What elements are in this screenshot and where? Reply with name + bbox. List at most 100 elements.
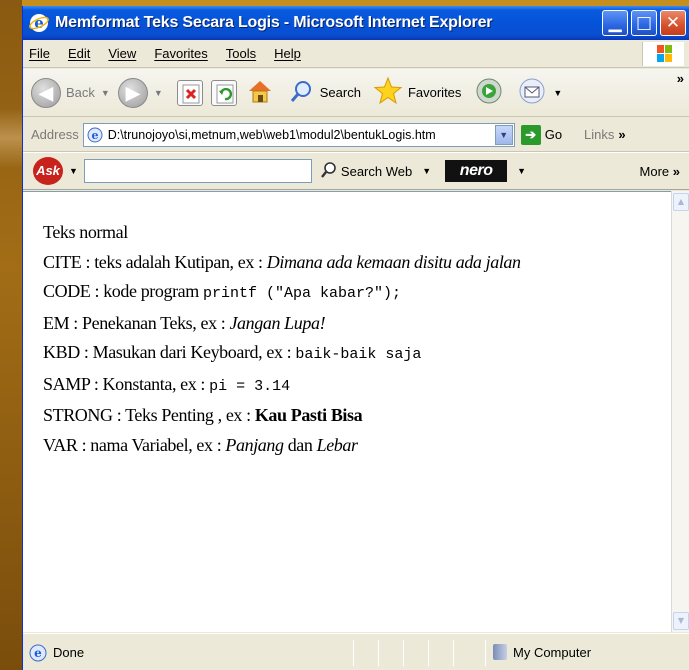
forward-arrow-icon: ▶ [117,77,148,108]
status-text: Done [53,644,85,660]
ask-dropdown-icon[interactable]: ▼ [69,166,78,176]
favorites-label: Favorites [407,85,462,100]
media-icon [475,77,503,108]
kbd-desc: KBD : Masukan dari Keyboard, ex : [43,342,296,362]
ask-search-input[interactable] [83,159,312,183]
em-desc: EM : Penekanan Teks, ex : [43,312,230,333]
minimize-icon: ▁ [608,13,622,33]
zone-label: My Computer [513,644,592,660]
document-body: Teks normal CITE : teks adalah Kutipan, … [43,218,521,460]
page-content: Teks normal CITE : teks adalah Kutipan, … [23,191,671,632]
cite-example: Dimana ada kemaan disitu ada jalan [266,251,521,272]
scroll-up-icon[interactable]: ▲ [673,193,689,211]
search-button[interactable]: Search [289,78,361,107]
windows-flag-icon [642,42,684,66]
window-title: Memformat Teks Secara Logis - Microsoft … [55,14,493,31]
minimize-button[interactable]: ▁ [602,10,628,36]
page-icon: e [87,127,103,146]
line-samp: SAMP : Konstanta, ex : pi = 3.14 [43,370,521,402]
forward-button[interactable]: ▶ ▼ [117,77,163,108]
more-label: More [639,164,670,179]
strong-example: Kau Pasti Bisa [254,405,363,425]
svg-text:e: e [34,14,44,32]
svg-text:e: e [91,129,98,142]
more-chevron-icon: » [672,164,680,179]
stop-icon [176,79,203,106]
background-streak [0,108,22,168]
line-kbd: KBD : Masukan dari Keyboard, ex : baik-b… [43,338,521,370]
ask-logo[interactable]: Ask [33,157,63,185]
go-button[interactable]: Go [545,127,562,142]
status-divider [378,640,379,666]
menu-view[interactable]: View [108,46,136,61]
svg-text:e: e [34,646,42,660]
line-normal: Teks normal [43,218,521,248]
var-desc: VAR : nama Variabel, ex : [43,434,226,455]
search-icon [289,78,315,107]
ask-toolbar: Ask ▼ Search Web ▼ nero ▼ More » [23,153,689,190]
more-button[interactable]: More » [640,164,680,179]
home-button[interactable] [245,76,275,109]
zone-indicator: My Computer [493,644,591,660]
status-divider [453,640,454,666]
line-code: CODE : kode program printf ("Apa kabar?"… [43,277,521,309]
close-icon: ✕ [665,13,681,33]
maximize-button[interactable]: □ [631,10,657,36]
line-var: VAR : nama Variabel, ex : Panjang dan Le… [43,431,521,461]
back-label: Back [66,85,95,100]
favorites-button[interactable]: Favorites [373,76,461,109]
address-label: Address [31,127,79,142]
status-divider [403,640,404,666]
menu-edit[interactable]: Edit [68,46,90,61]
nero-logo[interactable]: nero [445,160,508,182]
status-divider [485,640,486,666]
samp-example: pi = 3.14 [209,377,291,395]
refresh-button[interactable] [210,79,237,106]
status-divider [353,640,354,666]
menu-tools[interactable]: Tools [226,46,256,61]
status-bar: e Done My Computer [23,633,689,670]
line-cite: CITE : teks adalah Kutipan, ex : Dimana … [43,248,521,278]
media-button[interactable] [475,77,503,108]
menu-help[interactable]: Help [274,46,301,61]
line-em: EM : Penekanan Teks, ex : Jangan Lupa! [43,309,521,339]
search-web-button[interactable]: Search Web ▼ [320,161,431,182]
normal-text: Teks normal [43,222,128,242]
var-example-1: Panjang [225,434,284,455]
title-bar[interactable]: e Memformat Teks Secara Logis - Microsof… [23,6,689,40]
back-button[interactable]: ◀ Back ▼ [31,77,110,108]
scroll-down-icon[interactable]: ▼ [673,612,689,630]
ie-logo-icon: e [29,13,49,33]
mail-dropdown-icon[interactable]: ▼ [553,88,562,98]
vertical-scrollbar[interactable]: ▲ ▼ [671,191,689,632]
line-strong: STRONG : Teks Penting , ex : Kau Pasti B… [43,401,521,431]
computer-icon [493,644,507,660]
links-label[interactable]: Links [584,127,614,142]
address-url: D:\trunojoyo\si,metnum,web\web1\modul2\b… [107,127,436,142]
samp-desc: SAMP : Konstanta, ex : [43,373,210,394]
em-example: Jangan Lupa! [229,312,326,333]
address-dropdown-icon[interactable]: ▼ [494,124,513,145]
search-web-dropdown-icon[interactable]: ▼ [422,166,431,176]
go-arrow-icon[interactable]: ➔ [520,124,541,145]
toolbar-chevron-icon[interactable]: » [677,71,684,86]
back-dropdown-icon[interactable]: ▼ [101,88,110,98]
search-web-label: Search Web [340,163,413,179]
code-example: printf ("Apa kabar?"); [202,285,402,302]
links-chevron-icon[interactable]: » [618,127,625,142]
var-connector: dan [283,434,317,455]
menu-file[interactable]: File [29,46,50,61]
back-arrow-icon: ◀ [31,77,61,108]
address-input[interactable]: e D:\trunojoyo\si,metnum,web\web1\modul2… [82,122,515,147]
var-example-2: Lebar [316,434,358,455]
stop-button[interactable] [176,79,203,106]
forward-dropdown-icon[interactable]: ▼ [154,88,163,98]
close-button[interactable]: ✕ [660,10,686,36]
address-bar: Address e D:\trunojoyo\si,metnum,web\web… [23,118,689,152]
menu-favorites[interactable]: Favorites [154,46,207,61]
done-page-icon: e [29,644,47,665]
search-web-icon [320,161,338,182]
code-desc: CODE : kode program [43,281,203,301]
nero-dropdown-icon[interactable]: ▼ [517,166,526,176]
mail-button[interactable]: ▼ [517,76,562,109]
